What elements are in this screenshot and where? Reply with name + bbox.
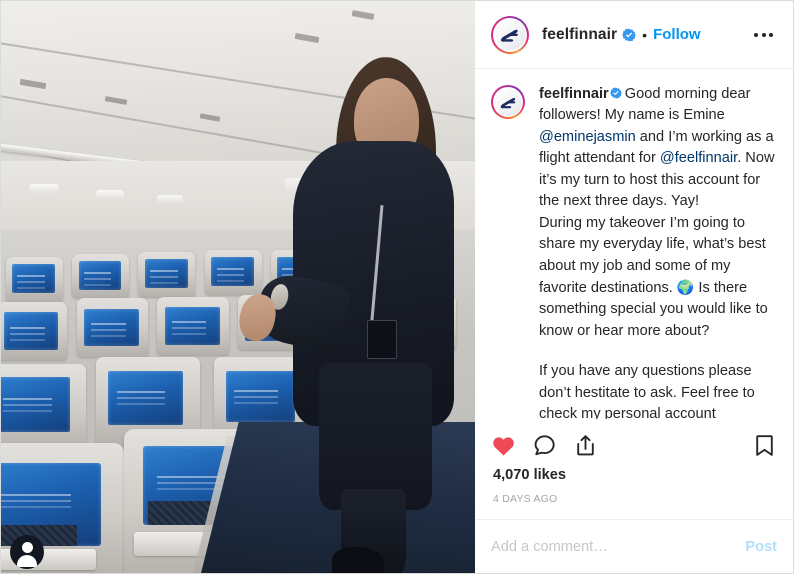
separator-dot: • bbox=[642, 26, 648, 43]
caption-username[interactable]: feelfinnair bbox=[539, 86, 609, 102]
caption-row: feelfinnair Good morning dear followers! … bbox=[491, 84, 777, 419]
author-avatar[interactable] bbox=[491, 15, 529, 54]
follow-button[interactable]: Follow bbox=[653, 27, 701, 42]
caption-author-avatar[interactable] bbox=[491, 85, 525, 119]
verified-badge-icon bbox=[622, 27, 637, 42]
author-info: feelfinnair • Follow bbox=[542, 27, 701, 43]
instagram-post: feelfinnair • Follow feelfinnair Good mo… bbox=[0, 0, 794, 574]
post-actions: 4,070 likes 4 DAYS AGO bbox=[475, 419, 793, 520]
save-button[interactable] bbox=[744, 425, 779, 466]
post-media[interactable] bbox=[1, 1, 475, 573]
comment-bar: Post bbox=[475, 519, 793, 573]
post-comment-button[interactable]: Post bbox=[735, 539, 777, 555]
tagged-account-avatar[interactable] bbox=[10, 535, 44, 569]
heart-icon-filled bbox=[491, 433, 516, 458]
caption-section: feelfinnair Good morning dear followers! … bbox=[475, 69, 793, 419]
caption-body: feelfinnair Good morning dear followers! … bbox=[539, 84, 777, 419]
comment-button[interactable] bbox=[524, 425, 565, 466]
caption-paragraph-gap bbox=[539, 342, 777, 361]
finnair-logo-icon bbox=[494, 88, 522, 116]
mention-eminejasmin[interactable]: @eminejasmin bbox=[539, 129, 636, 145]
more-options-icon[interactable] bbox=[748, 25, 779, 45]
author-username[interactable]: feelfinnair bbox=[542, 27, 617, 43]
likes-count[interactable]: 4,070 likes bbox=[489, 467, 779, 485]
globe-emoji: 🌍 bbox=[676, 278, 695, 295]
action-buttons-row bbox=[489, 425, 779, 467]
add-comment-input[interactable] bbox=[491, 538, 736, 555]
flight-attendant-figure bbox=[235, 47, 475, 573]
post-sidebar: feelfinnair • Follow feelfinnair Good mo… bbox=[475, 1, 793, 573]
finnair-logo-icon bbox=[494, 19, 526, 50]
post-timestamp: 4 DAYS AGO bbox=[493, 493, 558, 505]
like-button[interactable] bbox=[489, 425, 524, 466]
mention-feelfinnair[interactable]: @feelfinnair bbox=[660, 150, 737, 166]
verified-badge-icon bbox=[609, 85, 622, 99]
bookmark-icon bbox=[752, 433, 777, 458]
comment-bubble-icon bbox=[532, 433, 557, 458]
caption-text-6: If you have any questions please don’t h… bbox=[539, 363, 755, 419]
share-button[interactable] bbox=[565, 425, 606, 466]
cabin-photo bbox=[1, 1, 475, 573]
post-header: feelfinnair • Follow bbox=[475, 1, 793, 69]
share-icon bbox=[573, 433, 598, 458]
